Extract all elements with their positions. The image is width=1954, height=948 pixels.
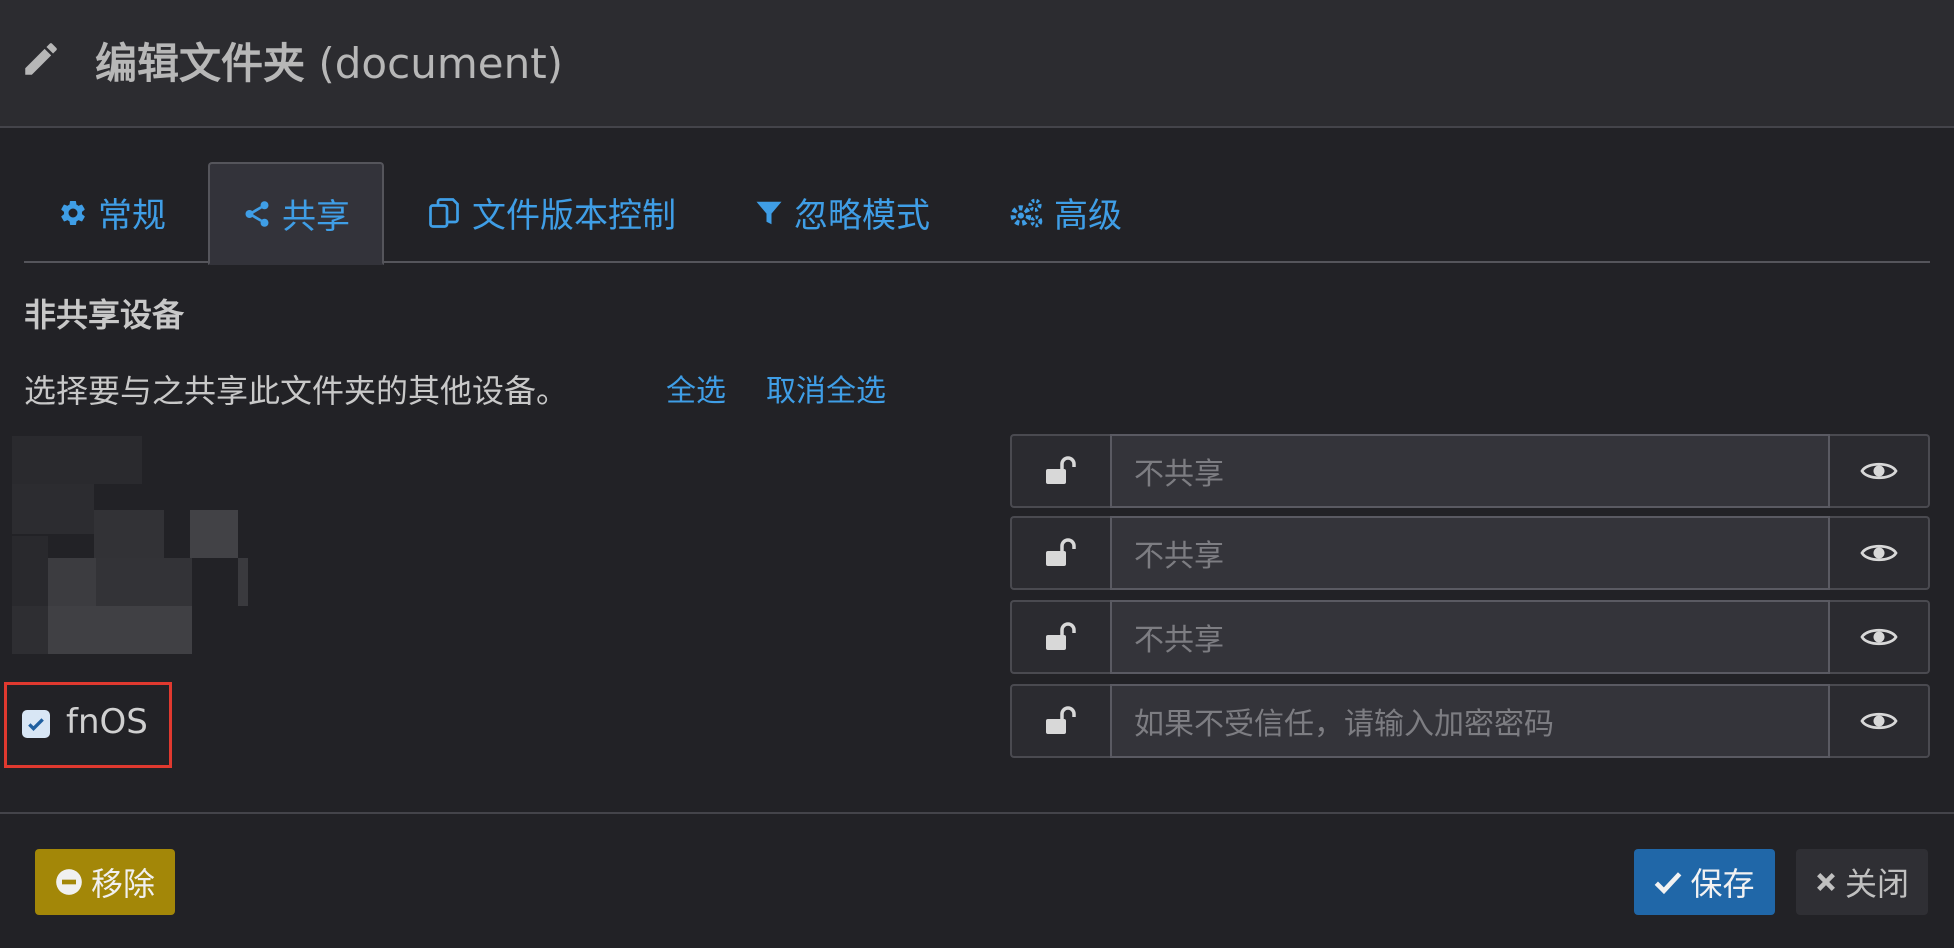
unlock-toggle[interactable] <box>1010 600 1110 674</box>
unlock-icon <box>1046 456 1076 484</box>
device-checkbox[interactable] <box>22 710 50 738</box>
unlock-icon <box>1046 706 1076 734</box>
dialog-header: 编辑文件夹 (document) <box>0 0 1954 128</box>
share-icon <box>245 200 269 227</box>
footer-divider <box>0 812 1954 814</box>
password-row: 如果不受信任，请输入加密密码 <box>1010 684 1930 758</box>
tab-ignore-patterns[interactable]: 忽略模式 <box>754 162 930 263</box>
copy-icon <box>429 197 459 228</box>
tab-general-label: 常规 <box>98 196 166 236</box>
unlock-icon <box>1046 538 1076 566</box>
checkmark-icon <box>28 718 44 731</box>
password-input[interactable]: 不共享 <box>1110 600 1830 674</box>
unlock-toggle[interactable] <box>1010 434 1110 508</box>
eye-icon <box>1860 544 1898 562</box>
save-button-label: 保存 <box>1690 865 1755 903</box>
eye-icon <box>1860 628 1898 646</box>
password-input[interactable]: 如果不受信任，请输入加密密码 <box>1110 684 1830 758</box>
select-all-link[interactable]: 全选 <box>666 366 726 410</box>
tab-sharing-label: 共享 <box>282 197 350 237</box>
show-password-button[interactable] <box>1830 684 1930 758</box>
gear-icon <box>61 200 85 225</box>
close-button[interactable]: 关闭 <box>1796 849 1928 915</box>
unlock-toggle[interactable] <box>1010 516 1110 590</box>
tab-advanced-label: 高级 <box>1054 196 1122 236</box>
show-password-button[interactable] <box>1830 516 1930 590</box>
save-button[interactable]: 保存 <box>1634 849 1775 915</box>
tab-sharing[interactable]: 共享 <box>208 162 384 265</box>
password-row: 不共享 <box>1010 600 1930 674</box>
eye-icon <box>1860 712 1898 730</box>
tab-bar: 常规 共享 文件版本控制 忽略模式 高级 <box>24 162 1930 265</box>
dialog-title-folder: (document) <box>305 39 564 88</box>
dialog-title-main: 编辑文件夹 <box>95 39 306 88</box>
deselect-all-link[interactable]: 取消全选 <box>766 366 886 410</box>
show-password-button[interactable] <box>1830 600 1930 674</box>
device-name[interactable]: fnOS <box>66 702 148 742</box>
remove-button[interactable]: 移除 <box>35 849 175 915</box>
unlock-icon <box>1046 622 1076 650</box>
redacted-device-list <box>12 436 252 662</box>
remove-button-label: 移除 <box>90 865 155 903</box>
dialog-title: 编辑文件夹 (document) <box>95 30 563 91</box>
tab-ignore-patterns-label: 忽略模式 <box>794 196 930 236</box>
eye-icon <box>1860 462 1898 480</box>
close-button-label: 关闭 <box>1844 865 1909 903</box>
tab-versioning[interactable]: 文件版本控制 <box>426 162 676 263</box>
minus-circle-icon <box>56 869 82 895</box>
tab-general[interactable]: 常规 <box>58 162 166 263</box>
filter-icon <box>756 201 782 224</box>
check-icon <box>1655 872 1682 895</box>
password-row: 不共享 <box>1010 434 1930 508</box>
section-description: 选择要与之共享此文件夹的其他设备。 <box>24 372 569 410</box>
password-input[interactable]: 不共享 <box>1110 516 1830 590</box>
unlock-toggle[interactable] <box>1010 684 1110 758</box>
close-icon <box>1817 873 1835 891</box>
password-row: 不共享 <box>1010 516 1930 590</box>
tab-advanced[interactable]: 高级 <box>1008 162 1122 263</box>
section-title: 非共享设备 <box>24 296 185 334</box>
show-password-button[interactable] <box>1830 434 1930 508</box>
password-input[interactable]: 不共享 <box>1110 434 1830 508</box>
pencil-icon <box>25 43 57 75</box>
tab-versioning-label: 文件版本控制 <box>472 196 676 236</box>
gears-icon <box>1010 198 1043 227</box>
